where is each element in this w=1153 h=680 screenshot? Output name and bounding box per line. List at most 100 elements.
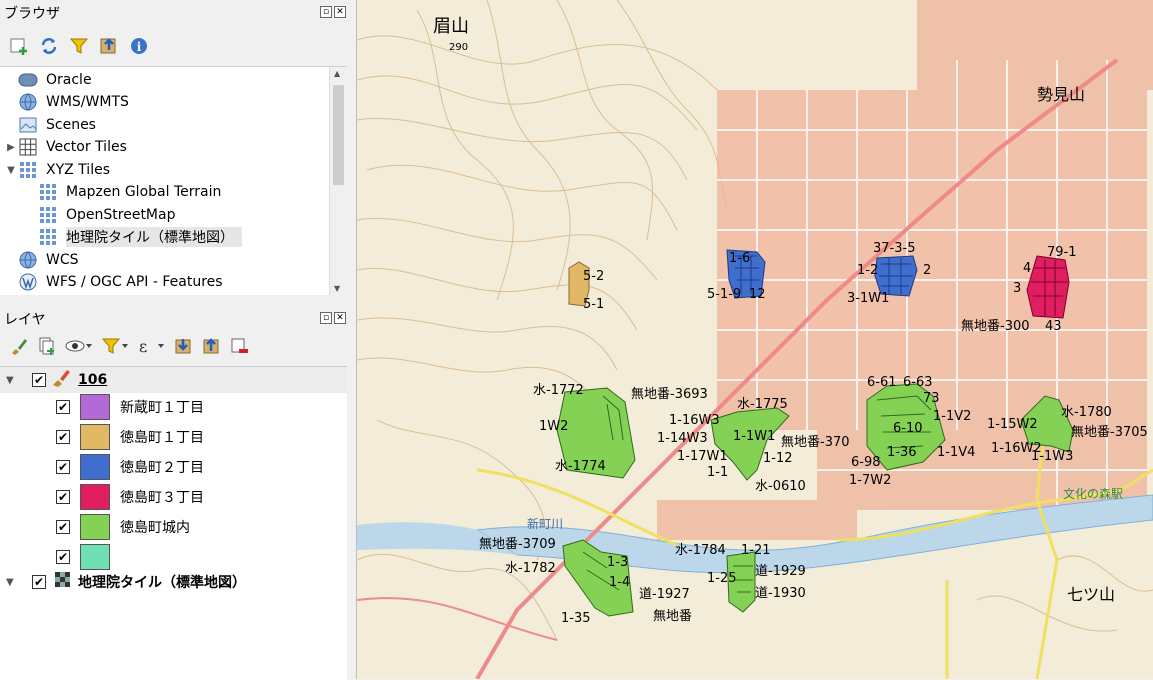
browser-panel-title: ブラウザ bbox=[4, 6, 60, 22]
collapse-all-icon[interactable] bbox=[200, 335, 222, 357]
style-brush-icon[interactable] bbox=[8, 335, 30, 357]
parcel-label: 1-14W3 bbox=[657, 431, 708, 446]
left-dock: ブラウザ ▫ ✕ i Oracle WMS/WMTS Scenes ▶ Vect… bbox=[0, 0, 357, 680]
scenes-icon bbox=[18, 116, 38, 134]
parcel-label: 1-2 bbox=[857, 263, 878, 278]
parcel-label: 1-25 bbox=[707, 571, 737, 586]
layer-visibility-checkbox[interactable]: ✔ bbox=[56, 430, 70, 444]
info-icon[interactable]: i bbox=[128, 35, 150, 57]
remove-layer-icon[interactable] bbox=[228, 335, 250, 357]
parcel-label: 無地番 bbox=[653, 609, 692, 624]
map-canvas[interactable]: 眉山 290 勢見山 新町川 七ツ山 文化の森駅 無地番-3693 無地番-30… bbox=[357, 0, 1153, 679]
grid-icon bbox=[18, 138, 38, 156]
parcel-label: 無地番-300 bbox=[961, 319, 1030, 334]
float-panel-icon[interactable]: ▫ bbox=[320, 312, 332, 324]
collapse-all-icon[interactable] bbox=[98, 35, 120, 57]
layer-visibility-checkbox[interactable]: ✔ bbox=[56, 550, 70, 564]
grid-icon bbox=[38, 183, 58, 201]
layer-visibility-checkbox[interactable]: ✔ bbox=[32, 575, 46, 589]
parcel-label: 5-1-9 bbox=[707, 287, 741, 302]
browser-item-scenes[interactable]: Scenes bbox=[4, 114, 334, 136]
browser-item-mapzen[interactable]: Mapzen Global Terrain bbox=[24, 181, 347, 203]
parcel-label: 6-61 bbox=[867, 375, 897, 390]
filter-legend-icon[interactable] bbox=[100, 335, 130, 357]
collapse-arrow-icon[interactable]: ▼ bbox=[6, 375, 20, 386]
parcel-label: 12 bbox=[749, 287, 766, 302]
browser-item-osm[interactable]: OpenStreetMap bbox=[24, 204, 347, 226]
map-svg[interactable]: 眉山 290 勢見山 新町川 七ツ山 文化の森駅 無地番-3693 無地番-30… bbox=[357, 0, 1153, 679]
layer-row[interactable]: ✔ 徳島町２丁目 bbox=[0, 454, 347, 480]
browser-item-wms[interactable]: WMS/WMTS bbox=[4, 91, 334, 113]
parcel-label: 1-1V2 bbox=[933, 409, 971, 424]
layer-color-swatch bbox=[80, 544, 110, 570]
layer-row[interactable]: ✔ 徳島町１丁目 bbox=[0, 424, 347, 450]
layer-row[interactable]: ✔ 徳島町城内 bbox=[0, 514, 347, 540]
collapse-arrow-icon[interactable]: ▼ bbox=[4, 165, 18, 176]
parcel-label: 水-1782 bbox=[505, 561, 556, 576]
parcel-label: 水-0610 bbox=[755, 479, 806, 494]
group-folder-icon bbox=[50, 368, 74, 392]
parcel-label: 79-1 bbox=[1047, 245, 1077, 260]
layer-visibility-checkbox[interactable]: ✔ bbox=[56, 520, 70, 534]
close-panel-icon[interactable]: ✕ bbox=[334, 312, 346, 324]
float-panel-icon[interactable]: ▫ bbox=[320, 6, 332, 18]
parcel-label: 6-63 bbox=[903, 375, 933, 390]
parcel-label: 道-1930 bbox=[755, 586, 806, 601]
browser-item-gsi-tiles[interactable]: 地理院タイル（標準地図） bbox=[24, 226, 347, 248]
label-river: 新町川 bbox=[527, 516, 563, 531]
parcel-label: 無地番-370 bbox=[781, 435, 850, 450]
parcel-label: 3 bbox=[1013, 281, 1021, 296]
parcel-label: 水-1774 bbox=[555, 459, 606, 474]
parcel-label: 無地番-3693 bbox=[631, 387, 708, 402]
layer-color-swatch bbox=[80, 484, 110, 510]
group-visibility-checkbox[interactable]: ✔ bbox=[32, 373, 46, 387]
browser-item-wfs[interactable]: WFS / OGC API - Features bbox=[4, 271, 334, 293]
close-panel-icon[interactable]: ✕ bbox=[334, 6, 346, 18]
layer-visibility-checkbox[interactable]: ✔ bbox=[56, 490, 70, 504]
layer-row[interactable]: ✔ 徳島町３丁目 bbox=[0, 484, 347, 510]
browser-item-vector-tiles[interactable]: ▶ Vector Tiles bbox=[4, 136, 334, 158]
parcel-label: 1-4 bbox=[609, 575, 630, 590]
parcel-label: 3-1W1 bbox=[847, 291, 889, 306]
layer-row[interactable]: ✔ 新蔵町１丁目 bbox=[0, 394, 347, 420]
browser-scrollbar[interactable]: ▲ ▼ bbox=[329, 67, 347, 295]
layer-basemap[interactable]: ▼ ✔ 地理院タイル（標準地図） bbox=[0, 569, 347, 595]
add-layer-icon[interactable] bbox=[8, 35, 30, 57]
parcel-tokushima-2-b[interactable] bbox=[874, 255, 918, 297]
parcel-label: 1-12 bbox=[763, 451, 793, 466]
parcel-label: 道-1929 bbox=[755, 564, 806, 579]
collapse-arrow-icon[interactable]: ▼ bbox=[6, 577, 20, 588]
expand-all-icon[interactable] bbox=[172, 335, 194, 357]
layer-name: 徳島町２丁目 bbox=[120, 460, 204, 476]
refresh-icon[interactable] bbox=[38, 35, 60, 57]
browser-item-oracle[interactable]: Oracle bbox=[4, 69, 334, 91]
parcel-label: 1W2 bbox=[539, 419, 568, 434]
parcel-label: 水-1775 bbox=[737, 397, 788, 412]
oracle-icon bbox=[18, 71, 38, 89]
layer-visibility-checkbox[interactable]: ✔ bbox=[56, 460, 70, 474]
svg-text:i: i bbox=[137, 40, 142, 54]
visibility-eye-icon[interactable] bbox=[64, 335, 94, 357]
parcel-label: 水-1784 bbox=[675, 543, 726, 558]
browser-item-wcs[interactable]: WCS bbox=[4, 249, 334, 271]
layer-name: 徳島町１丁目 bbox=[120, 430, 204, 446]
layers-tree: ▼ ✔ 106 ✔ 新蔵町１丁目 ✔ 徳島町１丁目 ✔ 徳島町２丁目 ✔ 徳島町… bbox=[0, 366, 347, 680]
layer-row[interactable]: ✔ bbox=[0, 544, 347, 570]
grid-icon bbox=[18, 161, 38, 179]
label-shichizan: 七ツ山 bbox=[1067, 585, 1115, 604]
layer-group-106[interactable]: ▼ ✔ 106 bbox=[0, 367, 347, 393]
layers-panel-header: レイヤ ▫ ✕ bbox=[0, 306, 356, 330]
parcel-label: 37-3-5 bbox=[873, 241, 915, 256]
add-group-icon[interactable] bbox=[36, 335, 58, 357]
label-seimizan: 勢見山 bbox=[1037, 85, 1085, 104]
expand-arrow-icon[interactable]: ▶ bbox=[4, 142, 18, 153]
parcel-label: 1-1 bbox=[707, 465, 728, 480]
filter-icon[interactable] bbox=[68, 35, 90, 57]
browser-item-xyz-tiles[interactable]: ▼ XYZ Tiles bbox=[4, 159, 334, 181]
layer-name: 徳島町城内 bbox=[120, 520, 190, 536]
layer-visibility-checkbox[interactable]: ✔ bbox=[56, 400, 70, 414]
parcel-label: 水-1780 bbox=[1061, 405, 1112, 420]
expression-filter-icon[interactable]: ε bbox=[136, 335, 166, 357]
layer-color-swatch bbox=[80, 424, 110, 450]
parcel-label: 1-21 bbox=[741, 543, 771, 558]
